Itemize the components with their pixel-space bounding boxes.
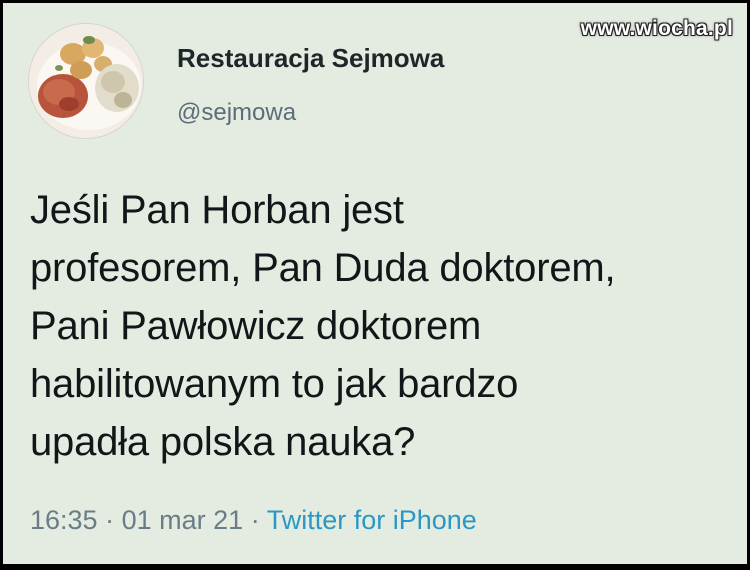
tweet-text-line: Jeśli Pan Horban jest bbox=[30, 188, 404, 232]
tweet-card: www.wiocha.pl Restauracja Sejmowa @sejmo… bbox=[3, 3, 747, 564]
food-plate-avatar-icon bbox=[29, 24, 143, 138]
tweet-date[interactable]: 01 mar 21 bbox=[122, 505, 244, 535]
author-handle[interactable]: @sejmowa bbox=[177, 99, 296, 127]
tweet-source-link[interactable]: Twitter for iPhone bbox=[267, 505, 477, 535]
tweet-text-line: Pani Pawłowicz doktorem bbox=[30, 304, 482, 348]
tweet-time[interactable]: 16:35 bbox=[30, 505, 98, 535]
tweet-text-line: upadła polska nauka? bbox=[30, 420, 416, 464]
watermark: www.wiocha.pl bbox=[580, 17, 733, 40]
tweet-text-line: habilitowanym to jak bardzo bbox=[30, 362, 519, 406]
author-name[interactable]: Restauracja Sejmowa bbox=[177, 43, 444, 74]
tweet-text-line: profesorem, Pan Duda doktorem, bbox=[30, 246, 616, 290]
avatar[interactable] bbox=[29, 24, 143, 138]
meta-separator: · bbox=[105, 505, 115, 535]
tweet-text: Jeśli Pan Horban jest profesorem, Pan Du… bbox=[30, 181, 730, 471]
meta-separator: · bbox=[250, 505, 260, 535]
tweet-metadata: 16:35 · 01 mar 21 · Twitter for iPhone bbox=[30, 505, 477, 536]
